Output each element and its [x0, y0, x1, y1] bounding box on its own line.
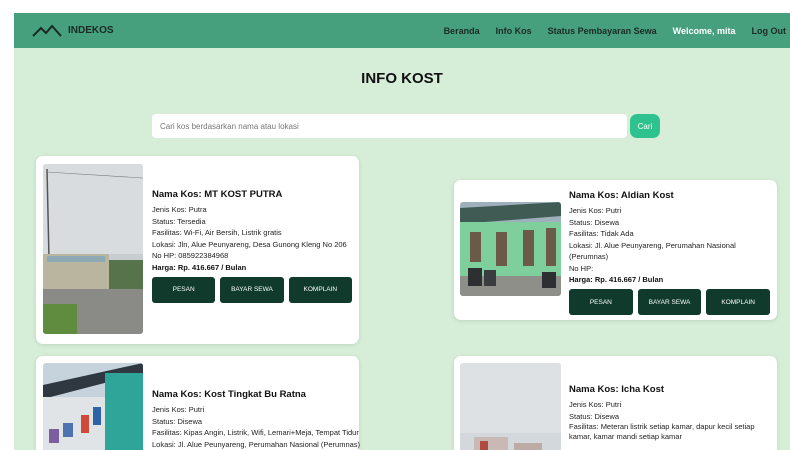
kos-name: Nama Kos: Aldian Kost: [569, 190, 674, 201]
kos-status: Status: Disewa: [152, 416, 203, 426]
kos-photo: [43, 164, 143, 334]
kos-lokasi: Lokasi: Jl. Alue Peunyareng, Perumahan N…: [152, 439, 361, 449]
kos-actions: PESAN BAYAR SEWA KOMPLAIN: [152, 276, 357, 303]
kos-jenis: Jenis Kos: Putri: [569, 206, 622, 215]
kos-name: Nama Kos: Kost Tingkat Bu Ratna: [152, 389, 306, 400]
kos-fasilitas: Fasilitas: Kipas Angin, Listrik, Wifi, L…: [152, 428, 359, 437]
kos-hp: No HP:: [569, 263, 594, 273]
nav-link-info-kos[interactable]: Info Kos: [496, 26, 532, 36]
kos-harga: Harga: Rp. 416.667 / Bulan: [152, 262, 247, 272]
logout-link[interactable]: Log Out: [752, 26, 787, 36]
komplain-button[interactable]: KOMPLAIN: [706, 289, 771, 315]
pesan-button[interactable]: PESAN: [569, 289, 633, 315]
kos-info: Nama Kos: Aldian Kost Jenis Kos: Putri S…: [569, 190, 775, 315]
kos-photo: [43, 363, 143, 450]
kos-status: Status: Disewa: [569, 411, 620, 421]
nav-link-status-pembayaran[interactable]: Status Pembayaran Sewa: [548, 26, 657, 36]
bayar-sewa-button[interactable]: BAYAR SEWA: [637, 289, 702, 315]
kos-fasilitas: Fasilitas: Meteran listrik setiap kamar,…: [569, 422, 755, 441]
search-button[interactable]: Cari: [630, 114, 660, 138]
kos-hp: No HP: 085922384968: [152, 251, 229, 260]
kos-card: Nama Kos: MT KOST PUTRA Jenis Kos: Putra…: [36, 156, 359, 344]
brand[interactable]: INDEKOS: [32, 23, 114, 38]
kos-card: Nama Kos: Aldian Kost Jenis Kos: Putri S…: [454, 180, 777, 320]
kos-name: Nama Kos: Icha Kost: [569, 384, 665, 395]
welcome-user[interactable]: Welcome, mita: [673, 26, 736, 36]
window-top-border: [0, 0, 790, 13]
kos-lokasi: Lokasi: Jl. Alue Peunyareng, Perumahan N…: [569, 240, 736, 262]
search-bar: Cari: [152, 114, 660, 138]
kos-status: Status: Tersedia: [152, 216, 206, 226]
brand-name: INDEKOS: [68, 25, 114, 36]
kos-card: Nama Kos: Kost Tingkat Bu Ratna Jenis Ko…: [36, 356, 361, 450]
kos-jenis: Jenis Kos: Putra: [152, 205, 207, 214]
window-left-border: [0, 0, 14, 450]
bayar-sewa-button[interactable]: BAYAR SEWA: [220, 276, 284, 303]
nav-links: Beranda Info Kos Status Pembayaran Sewa …: [428, 13, 790, 48]
kos-photo: [460, 202, 561, 296]
kos-fasilitas: Fasilitas: Wi-Fi, Air Bersih, Listrik gr…: [152, 228, 282, 237]
kos-info: Nama Kos: Icha Kost Jenis Kos: Putri Sta…: [569, 384, 774, 442]
kos-harga: Harga: Rp. 416.667 / Bulan: [569, 275, 664, 284]
kos-status: Status: Disewa: [569, 217, 620, 227]
kos-photo: [460, 363, 561, 450]
kos-card: Nama Kos: Icha Kost Jenis Kos: Putri Sta…: [454, 356, 777, 450]
navbar: INDEKOS Beranda Info Kos Status Pembayar…: [14, 13, 790, 48]
kos-fasilitas: Fasilitas: Tidak Ada: [569, 229, 634, 238]
kos-jenis: Jenis Kos: Putri: [569, 400, 622, 409]
kos-name: Nama Kos: MT KOST PUTRA: [152, 189, 283, 200]
komplain-button[interactable]: KOMPLAIN: [288, 276, 352, 303]
kos-actions: PESAN BAYAR SEWA KOMPLAIN: [569, 289, 775, 315]
kos-info: Nama Kos: MT KOST PUTRA Jenis Kos: Putra…: [152, 189, 357, 303]
pesan-button[interactable]: PESAN: [152, 276, 216, 303]
kos-lokasi: Lokasi: Jln, Alue Peunyareng, Desa Gunon…: [152, 239, 347, 249]
search-input[interactable]: [152, 114, 627, 138]
page-title: INFO KOST: [361, 70, 443, 87]
mountain-logo-icon: [32, 23, 62, 37]
kos-jenis: Jenis Kos: Putri: [152, 405, 205, 414]
nav-link-beranda[interactable]: Beranda: [444, 26, 480, 36]
kos-info: Nama Kos: Kost Tingkat Bu Ratna Jenis Ko…: [152, 389, 361, 450]
